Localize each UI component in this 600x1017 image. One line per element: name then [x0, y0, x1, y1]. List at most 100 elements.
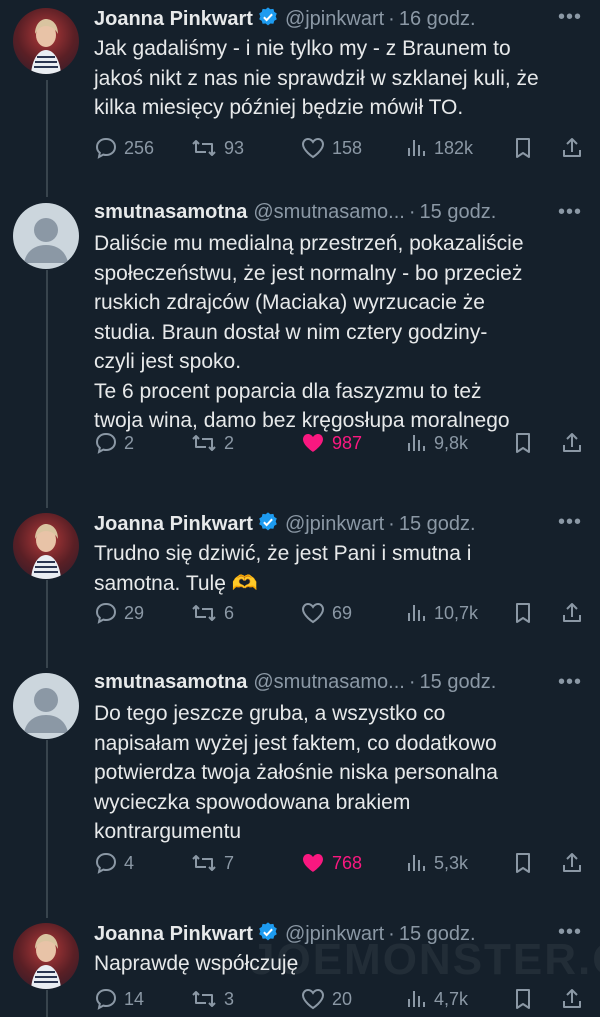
user-handle[interactable]: @jpinkwart [285, 8, 384, 30]
repost-icon [190, 987, 218, 1011]
thread-line [46, 990, 48, 1017]
share-button[interactable] [560, 136, 584, 160]
thread-line [46, 80, 48, 197]
more-options-icon[interactable]: ••• [558, 201, 582, 224]
like-button[interactable]: 768 [300, 851, 362, 875]
repost-icon [190, 851, 218, 875]
like-button[interactable]: 987 [300, 431, 362, 455]
view-count: 10,7k [434, 602, 479, 623]
watermark: JOEMONSTER.ORG [250, 935, 600, 984]
share-icon [560, 136, 584, 160]
like-button[interactable]: 69 [300, 601, 352, 625]
repost-count: 3 [224, 988, 235, 1009]
views-button[interactable]: 10,7k [406, 601, 478, 625]
tweet[interactable]: Joanna Pinkwart @jpinkwart · 15 godz. ••• T… [0, 505, 600, 665]
user-handle[interactable]: @smutnasamo... [253, 201, 404, 223]
timestamp[interactable]: 15 godz. [399, 513, 476, 535]
bookmark-button[interactable] [512, 136, 534, 160]
bookmark-button[interactable] [512, 431, 534, 455]
bookmark-icon [512, 136, 534, 160]
tweet[interactable]: Joanna Pinkwart @jpinkwart · 16 godz. ••• J… [0, 0, 600, 195]
heart-icon [300, 851, 326, 875]
timestamp[interactable]: 15 godz. [420, 671, 497, 693]
tweet-actions: 256 93 158 182k [94, 136, 588, 164]
timestamp[interactable]: 16 godz. [399, 8, 476, 30]
separator-dot: · [388, 8, 395, 30]
view-count: 182k [434, 137, 474, 158]
share-button[interactable] [560, 987, 584, 1011]
avatar[interactable] [13, 673, 79, 739]
like-button[interactable]: 158 [300, 136, 362, 160]
share-icon [560, 987, 584, 1011]
more-options-icon[interactable]: ••• [558, 511, 582, 534]
views-button[interactable]: 4,7k [406, 987, 468, 1011]
share-button[interactable] [560, 431, 584, 455]
share-icon [560, 601, 584, 625]
reply-button[interactable]: 2 [94, 431, 134, 455]
views-icon [406, 987, 428, 1011]
reply-button[interactable]: 29 [94, 601, 144, 625]
repost-button[interactable]: 3 [190, 987, 234, 1011]
heart-icon [300, 987, 326, 1011]
display-name[interactable]: Joanna Pinkwart [94, 513, 253, 535]
heart-icon [300, 431, 326, 455]
bookmark-icon [512, 601, 534, 625]
reply-count: 14 [124, 988, 145, 1009]
tweet[interactable]: smutnasamotna @smutnasamo... · 15 godz. •••… [0, 195, 600, 505]
tweet-header: Joanna Pinkwart @jpinkwart · 15 godz. [94, 511, 600, 537]
reply-button[interactable]: 256 [94, 136, 154, 160]
reply-icon [94, 851, 118, 875]
share-button[interactable] [560, 601, 584, 625]
tweet-actions: 4 7 768 5,3k [94, 851, 588, 879]
repost-button[interactable]: 2 [190, 431, 234, 455]
bookmark-button[interactable] [512, 851, 534, 875]
views-icon [406, 601, 428, 625]
like-button[interactable]: 20 [300, 987, 352, 1011]
reply-icon [94, 431, 118, 455]
more-options-icon[interactable]: ••• [558, 6, 582, 29]
avatar[interactable] [13, 203, 79, 269]
user-handle[interactable]: @smutnasamo... [253, 671, 404, 693]
timestamp[interactable]: 15 godz. [420, 201, 497, 223]
tweet-text: Do tego jeszcze gruba, a wszystko co nap… [94, 702, 498, 843]
tweet[interactable]: smutnasamotna @smutnasamo... · 15 godz. •••… [0, 665, 600, 915]
repost-button[interactable]: 7 [190, 851, 234, 875]
repost-button[interactable]: 6 [190, 601, 234, 625]
avatar[interactable] [13, 8, 79, 74]
views-button[interactable]: 182k [406, 136, 473, 160]
display-name[interactable]: Joanna Pinkwart [94, 8, 253, 30]
views-button[interactable]: 5,3k [406, 851, 468, 875]
more-options-icon[interactable]: ••• [558, 671, 582, 694]
separator-dot: · [408, 201, 416, 223]
reply-icon [94, 136, 118, 160]
tweet-text: Jak gadaliśmy - i nie tylko my - z Braun… [94, 37, 539, 119]
views-button[interactable]: 9,8k [406, 431, 468, 455]
repost-count: 93 [224, 137, 245, 158]
tweet-actions: 2 2 987 9,8k [94, 431, 588, 459]
avatar[interactable] [13, 513, 79, 579]
tweet-actions: 29 6 69 10,7k [94, 601, 588, 629]
share-button[interactable] [560, 851, 584, 875]
thread-line [46, 580, 48, 668]
display-name[interactable]: smutnasamotna [94, 671, 247, 693]
share-icon [560, 851, 584, 875]
reply-button[interactable]: 4 [94, 851, 134, 875]
thread-line [46, 270, 48, 508]
reply-button[interactable]: 14 [94, 987, 144, 1011]
bookmark-icon [512, 851, 534, 875]
display-name[interactable]: smutnasamotna [94, 201, 247, 223]
tweet-actions: 14 3 20 4,7k [94, 987, 588, 1015]
display-name[interactable]: Joanna Pinkwart [94, 923, 253, 945]
avatar[interactable] [13, 923, 79, 989]
user-handle[interactable]: @jpinkwart [285, 513, 384, 535]
tweet-header: Joanna Pinkwart @jpinkwart · 16 godz. [94, 6, 600, 32]
bookmark-button[interactable] [512, 987, 534, 1011]
reply-icon [94, 987, 118, 1011]
view-count: 5,3k [434, 852, 469, 873]
repost-icon [190, 431, 218, 455]
tweet-text: Daliście mu medialną przestrzeń, pokazal… [94, 232, 524, 432]
repost-button[interactable]: 93 [190, 136, 244, 160]
views-icon [406, 431, 428, 455]
bookmark-button[interactable] [512, 601, 534, 625]
like-count: 987 [332, 432, 363, 453]
